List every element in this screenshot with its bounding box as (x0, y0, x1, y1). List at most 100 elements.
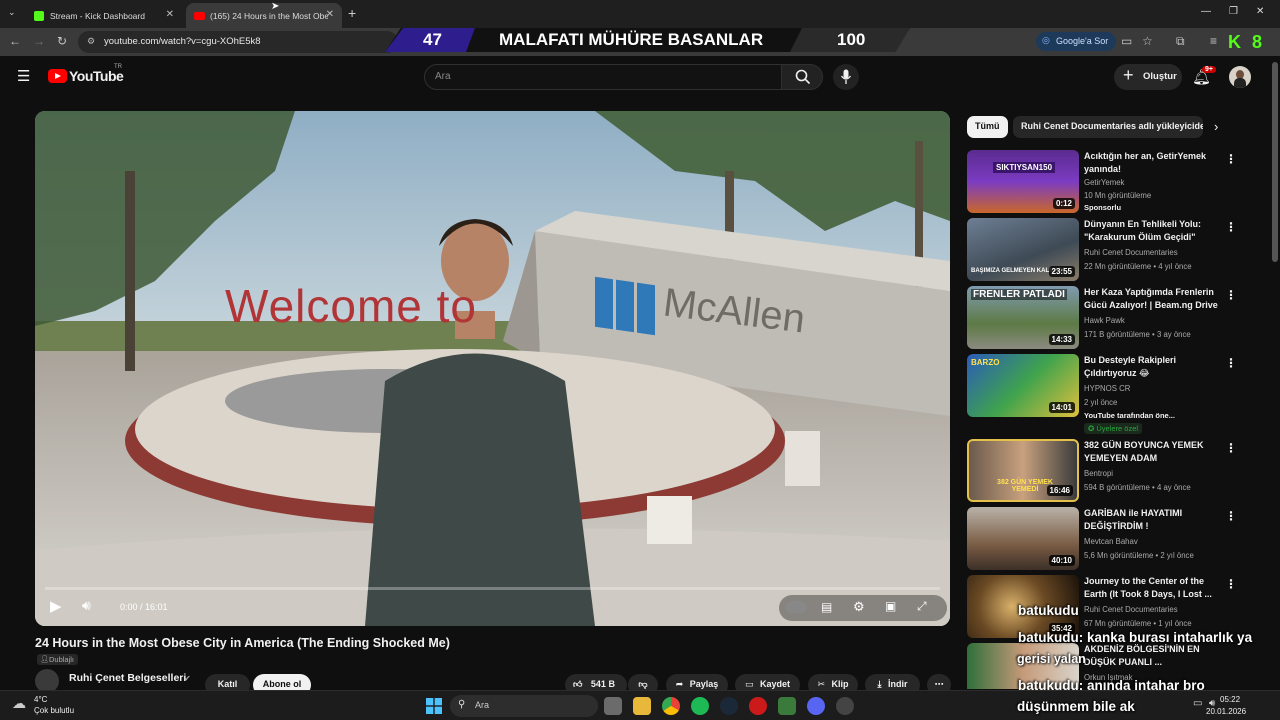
miniplayer-icon[interactable]: ▣ (885, 599, 896, 613)
video-thumbnail: BARZO 14:01 (967, 354, 1079, 417)
more-vertical-icon[interactable]: ⋮ (1225, 356, 1237, 370)
chip-all[interactable]: Tümü (967, 116, 1008, 138)
notification-count-badge: 9+ (1202, 66, 1216, 73)
video-meta: 67 Mn görüntüleme • 1 yıl önce (1084, 619, 1192, 628)
hamburger-menu-icon[interactable]: ☰ (17, 67, 30, 85)
forward-icon[interactable]: → (33, 34, 45, 48)
channel-name: GetirYemek (1084, 178, 1125, 187)
tab-search-icon[interactable]: ⌄ (8, 7, 16, 18)
chrome-icon[interactable] (662, 697, 680, 715)
more-vertical-icon[interactable]: ⋮ (1225, 220, 1237, 234)
members-label: Üyelere özel (1096, 424, 1139, 433)
reload-icon[interactable]: ↻ (57, 34, 67, 48)
search-button[interactable] (781, 64, 823, 90)
mouse-cursor-icon: ➤ (271, 1, 280, 12)
close-tab-icon[interactable]: ✕ (166, 9, 174, 20)
kick-favicon-icon (34, 10, 44, 21)
google-sor-button[interactable]: ◎ Google'a Sor (1036, 32, 1117, 51)
voice-search-button[interactable] (833, 64, 859, 90)
video-title: Dünyanın En Tehlikeli Yolu: "Karakurum Ö… (1084, 219, 1202, 242)
play-icon[interactable]: ▶ (50, 597, 62, 615)
duration-badge: 16:46 (1046, 485, 1073, 496)
volume-icon[interactable]: 🔊︎ (82, 597, 91, 614)
tab-youtube-video[interactable]: (165) 24 Hours in the Most Obe ✕ (186, 3, 342, 28)
download-label: İndir (888, 679, 908, 689)
share-label: Paylaş (689, 679, 719, 689)
duration-badge: 0:12 (1052, 198, 1075, 209)
more-vertical-icon[interactable]: ⋮ (1225, 509, 1237, 523)
list-item[interactable]: BARZO 14:01 Bu Desteyle Rakipleri Çıldır… (967, 354, 1257, 436)
opera-icon[interactable] (749, 697, 767, 715)
file-explorer-icon[interactable] (633, 697, 651, 715)
chat-text: düşünmem bile ak (1017, 699, 1135, 714)
clock-date[interactable]: 20.01.2026 (1206, 707, 1246, 716)
restore-icon[interactable]: ❐ (1229, 6, 1238, 17)
more-vertical-icon[interactable]: ⋮ (1225, 441, 1237, 455)
chat-message: batukudu: kanka burası intaharlık ya (1018, 630, 1252, 645)
search-input[interactable]: Ara (424, 64, 782, 90)
chevron-right-icon[interactable]: › (1214, 119, 1218, 134)
more-vertical-icon[interactable]: ⋮ (1225, 288, 1237, 302)
time-display: 0:00 / 16:01 (120, 602, 168, 612)
close-tab-icon[interactable]: ✕ (326, 9, 334, 20)
list-item[interactable]: SIKTIYSAN150 0:12 Acıktığın her an, Geti… (967, 150, 1257, 214)
progress-bar[interactable] (45, 587, 940, 590)
youtube-play-icon (48, 69, 67, 83)
extensions-icon[interactable]: ⧉ (1176, 34, 1185, 49)
list-item[interactable]: BAŞIMIZA GELMEYEN KALMADI 23:55 Dünyanın… (967, 218, 1257, 282)
obs-icon[interactable] (836, 697, 854, 715)
close-window-icon[interactable]: ✕ (1256, 6, 1264, 17)
app-icon[interactable] (778, 697, 796, 715)
download-icon: ⤓ (877, 679, 882, 689)
browser-tab-strip: ⌄ Stream - Kick Dashboard ✕ (165) 24 Hou… (0, 0, 1280, 28)
list-item[interactable]: 382 GÜN YEMEK YEMEDİ 16:46 382 GÜN BOYUN… (967, 439, 1257, 503)
spotify-icon[interactable] (691, 697, 709, 715)
new-tab-icon[interactable]: + (348, 5, 356, 21)
autoplay-toggle-icon[interactable] (785, 601, 807, 613)
channel-name[interactable]: Ruhi Çenet Belgeselleri (69, 672, 186, 684)
video-thumbnail: SIKTIYSAN150 0:12 (967, 150, 1079, 213)
bookmark-star-icon[interactable]: ☆ (1142, 34, 1153, 48)
avatar[interactable] (1229, 66, 1251, 88)
discord-icon[interactable] (807, 697, 825, 715)
task-view-icon[interactable] (604, 697, 622, 715)
clock-time[interactable]: 05:22 (1220, 695, 1240, 704)
address-bar[interactable]: ⚙ youtube.com/watch?v=cgu-XOhE5k8 (78, 31, 398, 53)
banner-text: MALAFATI MÜHÜRE BASANLAR (499, 30, 764, 49)
more-vertical-icon[interactable]: ⋮ (1225, 152, 1237, 166)
subtitles-icon[interactable]: ▤ (821, 600, 832, 614)
video-title: 382 GÜN BOYUNCA YEMEK YEMEYEN ADAM (1084, 440, 1204, 463)
video-player[interactable]: Welcome to McAllen ▶ 🔊︎ 0:00 / 16:01 ▤ ⚙… (35, 111, 950, 626)
page-scrollbar[interactable] (1270, 56, 1280, 690)
taskbar-search-input[interactable]: ⚲ Ara (450, 695, 598, 717)
windows-start-icon[interactable] (426, 698, 442, 714)
create-button[interactable]: Oluştur (1114, 64, 1182, 90)
sponsored-label: Sponsorlu (1084, 203, 1122, 212)
steam-icon[interactable] (720, 697, 738, 715)
create-label: Oluştur (1143, 71, 1177, 82)
person-icon: 👤︎ (40, 656, 49, 663)
settings-gear-icon[interactable]: ⚙ (853, 599, 865, 615)
fullscreen-icon[interactable]: ⤢ (917, 599, 927, 614)
more-vertical-icon[interactable]: ⋮ (1225, 577, 1237, 591)
back-icon[interactable]: ← (9, 34, 21, 48)
tab-label: Stream - Kick Dashboard (50, 10, 145, 21)
minimize-icon[interactable]: — (1201, 6, 1211, 17)
duration-badge: 14:33 (1048, 334, 1075, 345)
thumbs-down-icon: 👎︎ (638, 679, 648, 689)
cast-icon[interactable]: ▭ (1121, 34, 1132, 48)
tab-kick-dashboard[interactable]: Stream - Kick Dashboard ✕ (26, 3, 182, 28)
list-item[interactable]: 40:10 GARİBAN ile HAYATIMI DEĞİŞTİRDİM !… (967, 507, 1257, 571)
chip-uploader[interactable]: Ruhi Cenet Documentaries adlı yükleyicid… (1013, 116, 1203, 138)
network-icon[interactable]: ▭ (1193, 698, 1202, 709)
weather-temp[interactable]: 4°C (34, 695, 47, 704)
site-info-icon[interactable]: ⚙ (87, 36, 95, 47)
notifications-button[interactable]: 🔔︎ 9+ (1192, 66, 1216, 87)
reading-list-icon[interactable]: ≡ (1210, 34, 1217, 48)
thumb-text: BARZO (971, 358, 1000, 367)
list-item[interactable]: FRENLER PATLADI 14:33 Her Kaza Yaptığımd… (967, 286, 1257, 350)
url-text: youtube.com/watch?v=cgu-XOhE5k8 (104, 36, 261, 47)
kick-logo-icon: K (1228, 32, 1241, 52)
kick-logo-icon: 8 (1252, 32, 1263, 52)
weather-desc[interactable]: Çok bulutlu (34, 706, 74, 715)
